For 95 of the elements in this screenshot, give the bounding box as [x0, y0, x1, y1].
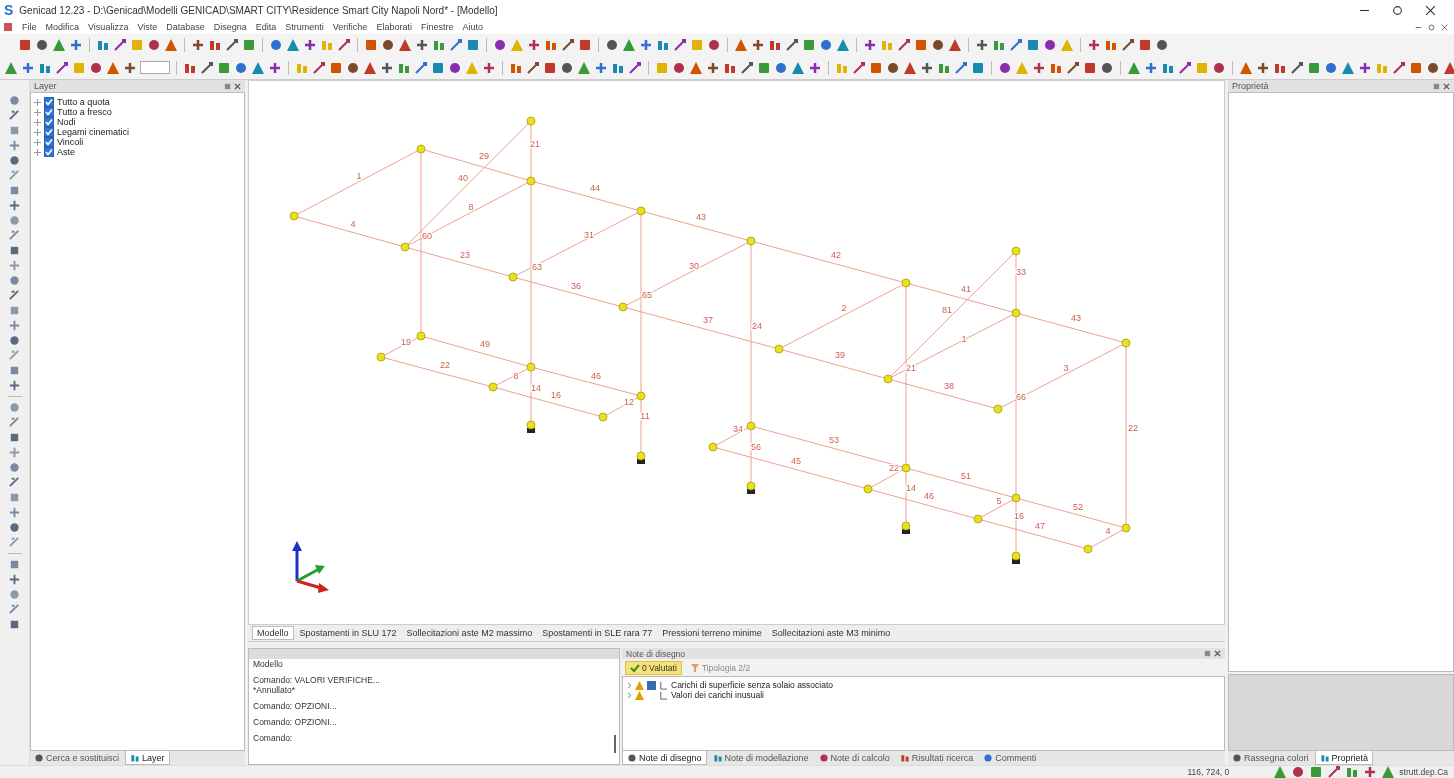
member-label: 30: [689, 261, 699, 271]
note-item[interactable]: Carichi di superficie senza solaio associato: [671, 680, 834, 690]
member-label: 23: [460, 250, 470, 260]
view-tab[interactable]: Spostamenti in SLU 172: [295, 627, 401, 639]
view-tab[interactable]: Spostamenti in SLE rara 77: [538, 627, 657, 639]
layer-label[interactable]: Tutto a fresco: [57, 107, 112, 117]
view-tab[interactable]: Modello: [252, 626, 294, 640]
member-label: 56: [751, 442, 761, 452]
member-label: 65: [642, 290, 652, 300]
member-label: 41: [961, 284, 971, 294]
member-label: 46: [924, 491, 934, 501]
panel-title: Layer: [34, 81, 57, 91]
member-label: 1: [356, 171, 362, 181]
view-tab[interactable]: Pressioni terreno minime: [658, 627, 766, 639]
member-label: 22: [889, 463, 899, 473]
command-line: Comando: OPZIONI...: [252, 717, 338, 727]
member-label: 19: [401, 337, 411, 347]
member-label: 22: [440, 360, 450, 370]
member-label: 14: [906, 483, 916, 493]
view-tab[interactable]: Sollecitazioni aste M2 massimo: [402, 627, 537, 639]
member-label: 66: [1016, 392, 1026, 402]
menu-item[interactable]: Finestre: [420, 22, 454, 32]
command-line: Modello: [252, 659, 284, 669]
command-line: Comando: VALORI VERIFICHE...: [252, 675, 381, 685]
member-label: 24: [752, 321, 762, 331]
member-label: 8: [513, 371, 519, 381]
menu-item[interactable]: File: [22, 22, 37, 32]
member-label: 22: [1128, 423, 1138, 433]
member-label: 29: [479, 151, 489, 161]
member-label: 14: [531, 383, 541, 393]
layer-label[interactable]: Aste: [57, 147, 75, 157]
member-label: 16: [1014, 511, 1024, 521]
view-tab[interactable]: Sollecitazioni aste M3 minimo: [767, 627, 895, 639]
member-label: 40: [458, 173, 468, 183]
member-label: 38: [944, 381, 954, 391]
menu-item[interactable]: Visualizza: [88, 22, 129, 32]
member-label: 12: [624, 397, 634, 407]
member-label: 46: [591, 371, 601, 381]
menu-item[interactable]: Modifica: [45, 22, 80, 32]
window-title: Genicad 12.23 - D:\Genicad\Modelli GENICAD\SMART CITY\Residence Smart City Napoli Nord* - [Modello]: [19, 4, 498, 16]
command-line: Comando:: [252, 733, 294, 743]
app-logo: S: [4, 2, 14, 18]
member-label: 3: [1063, 363, 1069, 373]
menu-item[interactable]: Strumenti: [285, 22, 324, 32]
panel-tab[interactable]: Layer: [125, 751, 170, 765]
member-label: 81: [942, 305, 952, 315]
member-label: 8: [468, 202, 474, 212]
menu-item[interactable]: Elaborati: [376, 22, 412, 32]
member-label: 43: [696, 212, 706, 222]
member-label: 21: [530, 139, 540, 149]
layer-label[interactable]: Tutto a quota: [57, 97, 110, 107]
filter-tab[interactable]: 0 Valutati: [625, 660, 682, 675]
member-label: 36: [571, 281, 581, 291]
menu-item[interactable]: Database: [166, 22, 205, 32]
panel-title: Proprietà: [1232, 81, 1269, 91]
layer-label[interactable]: Vincoli: [57, 137, 84, 147]
menu-item[interactable]: Edita: [255, 22, 277, 32]
panel-tab[interactable]: Note di disegno: [622, 751, 707, 765]
panel-title: Note di disegno: [626, 648, 686, 659]
layer-label[interactable]: Nodi: [57, 117, 76, 127]
menu-item[interactable]: Disegna: [213, 22, 247, 32]
member-label: 53: [829, 435, 839, 445]
member-label: 63: [532, 262, 542, 272]
member-label: 33: [1016, 267, 1026, 277]
menu-item[interactable]: Viste: [137, 22, 158, 32]
layer-label[interactable]: Legami cinematici: [57, 127, 130, 137]
mode-readout: strutt.dep.Ca: [1399, 767, 1448, 777]
member-label: 11: [640, 411, 650, 421]
member-label: 60: [422, 231, 432, 241]
note-item[interactable]: Valori dei carichi inusuali: [671, 690, 764, 700]
member-label: 1: [961, 334, 967, 344]
member-label: 16: [551, 390, 561, 400]
member-label: 49: [480, 339, 490, 349]
member-label: 4: [1105, 526, 1111, 536]
member-label: 45: [791, 456, 801, 466]
member-label: 34: [733, 424, 743, 434]
member-label: 4: [350, 219, 356, 229]
member-label: 31: [584, 230, 594, 240]
coordinates-readout: 116, 724, 0: [1187, 767, 1230, 777]
member-label: 5: [996, 496, 1002, 506]
member-label: 43: [1071, 313, 1081, 323]
member-label: 47: [1035, 521, 1045, 531]
menu-item[interactable]: Verifiche: [332, 22, 368, 32]
command-line: Comando: OPZIONI...: [252, 701, 338, 711]
member-label: 51: [961, 471, 971, 481]
menu-item[interactable]: Aiuto: [462, 22, 483, 32]
member-label: 2: [841, 303, 847, 313]
member-label: 44: [590, 183, 600, 193]
member-label: 37: [703, 315, 713, 325]
member-label: 21: [906, 363, 916, 373]
member-label: 52: [1073, 502, 1083, 512]
member-label: 42: [831, 250, 841, 260]
member-label: 39: [835, 350, 845, 360]
command-line: *Annullato*: [252, 685, 297, 695]
panel-tab[interactable]: Proprietà: [1314, 751, 1374, 765]
